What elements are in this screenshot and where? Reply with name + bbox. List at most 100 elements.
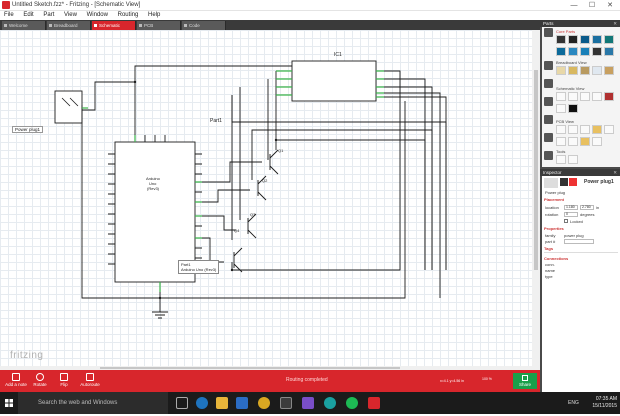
menu-routing[interactable]: Routing <box>114 11 143 20</box>
part-tile[interactable] <box>604 66 614 75</box>
schematic-bin-icon[interactable] <box>544 79 553 88</box>
pcb-bin-icon[interactable] <box>544 97 553 106</box>
flip-button[interactable]: Flip <box>50 372 78 390</box>
part-tile[interactable] <box>568 104 578 113</box>
menu-part[interactable]: Part <box>39 11 58 20</box>
rotation-input[interactable]: 0 <box>564 212 578 217</box>
cursor-coordinates: x=4.1 y=4.56 in <box>440 379 464 383</box>
menu-view[interactable]: View <box>60 11 81 20</box>
part-tile[interactable] <box>568 66 578 75</box>
part-tile[interactable] <box>592 35 602 44</box>
tab-code[interactable]: Code <box>182 21 226 30</box>
part-tile[interactable] <box>580 92 590 101</box>
minimize-button[interactable]: — <box>566 0 582 11</box>
vertical-scrollbar[interactable] <box>532 30 540 370</box>
system-tray-icons[interactable] <box>510 400 562 406</box>
schematic-drawing[interactable] <box>0 30 540 370</box>
taskbar-search-box[interactable]: Search the web and Windows <box>18 392 168 414</box>
inspector-panel-title: Inspector <box>543 170 562 175</box>
mine-bin-icon[interactable] <box>544 115 553 124</box>
routing-status: Routing completed <box>286 377 328 383</box>
edge-browser-icon[interactable] <box>196 397 208 409</box>
part-tile[interactable] <box>604 125 614 134</box>
part-tile[interactable] <box>568 47 578 56</box>
part-tile[interactable] <box>592 47 602 56</box>
part-number-input[interactable] <box>564 239 594 244</box>
schematic-canvas[interactable]: IC1 Part1 Power plug1 Arduino Uno (Rev3)… <box>0 30 540 370</box>
part-tile[interactable] <box>568 125 578 134</box>
search-icon[interactable] <box>544 28 553 37</box>
power-plug-body[interactable] <box>54 90 83 124</box>
tab-label: Welcome <box>9 23 28 28</box>
scroll-thumb[interactable] <box>100 367 400 369</box>
spotify-icon[interactable] <box>346 397 358 409</box>
part-tile[interactable] <box>580 35 590 44</box>
family-value: power plug <box>564 233 584 238</box>
part-tile[interactable] <box>580 47 590 56</box>
zoom-controls[interactable]: 100 % <box>482 377 510 383</box>
view-tab-bar: Welcome Breadboard Schematic PCB Code <box>0 20 540 30</box>
menu-bar: File Edit Part View Window Routing Help <box>0 11 540 20</box>
tab-welcome[interactable]: Welcome <box>2 21 46 30</box>
part-tile[interactable] <box>556 35 566 44</box>
location-y-input[interactable]: 2.780 <box>580 205 594 210</box>
schematic-icon <box>94 24 97 27</box>
ic1-body[interactable] <box>291 60 377 102</box>
close-icon[interactable]: ✕ <box>613 20 617 27</box>
close-window-button[interactable]: ✕ <box>602 0 618 11</box>
menu-window[interactable]: Window <box>83 11 112 20</box>
part-tile[interactable] <box>604 35 614 44</box>
part-tile[interactable] <box>568 137 578 146</box>
file-explorer-icon[interactable] <box>216 397 228 409</box>
part-tile[interactable] <box>568 35 578 44</box>
menu-edit[interactable]: Edit <box>19 11 37 20</box>
part-tile[interactable] <box>604 92 614 101</box>
task-view-icon[interactable] <box>176 397 188 409</box>
part-tile[interactable] <box>556 66 566 75</box>
part-tile[interactable] <box>556 155 566 164</box>
more-bins-icon[interactable] <box>544 151 553 160</box>
close-icon[interactable]: ✕ <box>613 169 617 176</box>
placement-section: Placement <box>544 197 565 202</box>
breadboard-bin-icon[interactable] <box>544 61 553 70</box>
arduino-icon[interactable] <box>324 397 336 409</box>
language-indicator[interactable]: ENG <box>568 400 579 406</box>
scroll-thumb[interactable] <box>534 70 538 270</box>
part-tile[interactable] <box>556 137 566 146</box>
part-tile[interactable] <box>592 137 602 146</box>
part-tile[interactable] <box>568 92 578 101</box>
part-tile[interactable] <box>556 47 566 56</box>
part-tile[interactable] <box>592 125 602 134</box>
tab-breadboard[interactable]: Breadboard <box>47 21 91 30</box>
part-tile[interactable] <box>580 125 590 134</box>
flip-icon <box>60 373 68 381</box>
part-tile[interactable] <box>604 47 614 56</box>
locked-checkbox[interactable] <box>564 219 568 223</box>
part-tile[interactable] <box>592 66 602 75</box>
store-icon[interactable] <box>236 397 248 409</box>
part-tile[interactable] <box>592 92 602 101</box>
parts-panel-header: Parts ✕ <box>540 20 620 27</box>
part-tile[interactable] <box>556 104 566 113</box>
location-x-input[interactable]: 1.180 <box>564 205 578 210</box>
chrome-icon[interactable] <box>258 397 270 409</box>
part-tile[interactable] <box>556 92 566 101</box>
part-tile[interactable] <box>568 155 578 164</box>
app-icon[interactable] <box>302 397 314 409</box>
tab-schematic[interactable]: Schematic <box>92 21 136 30</box>
menu-help[interactable]: Help <box>144 11 164 20</box>
autoroute-button[interactable]: Autoroute <box>76 372 104 390</box>
part-tile[interactable] <box>580 137 590 146</box>
taskbar-clock[interactable]: 07:35 AM 15/11/2015 <box>583 396 617 410</box>
bin-label-pcb: PCB View <box>556 119 574 124</box>
menu-file[interactable]: File <box>0 11 18 20</box>
start-button[interactable] <box>0 392 18 414</box>
part-tile[interactable] <box>580 66 590 75</box>
tools-bin-icon[interactable] <box>544 133 553 142</box>
maximize-button[interactable]: ☐ <box>584 0 600 11</box>
tab-pcb[interactable]: PCB <box>137 21 181 30</box>
app-icon[interactable] <box>280 397 292 409</box>
part-tile[interactable] <box>556 125 566 134</box>
fritzing-taskbar-icon[interactable] <box>368 397 380 409</box>
share-button[interactable]: Share <box>513 373 537 389</box>
